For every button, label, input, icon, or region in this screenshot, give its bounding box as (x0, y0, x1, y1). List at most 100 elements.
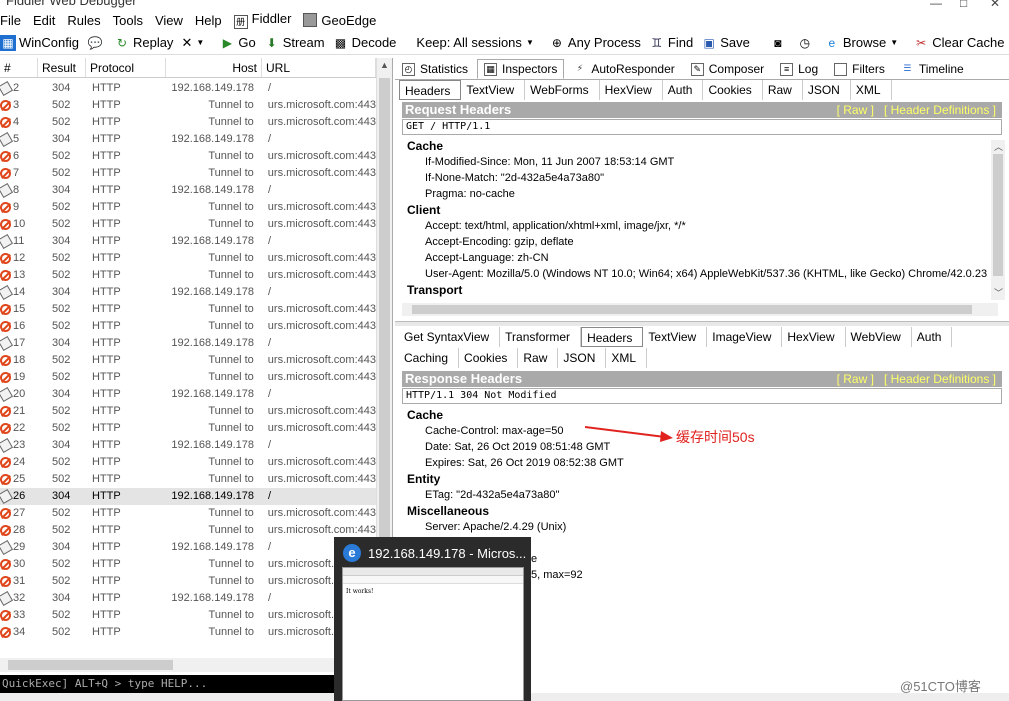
table-row[interactable]: 31 502 HTTP Tunnel to urs.microsoft. (0, 573, 376, 590)
tab-filters[interactable]: Filters (827, 59, 892, 79)
minimize-button[interactable]: — (930, 0, 942, 10)
table-row[interactable]: 30 502 HTTP Tunnel to urs.microsoft. (0, 556, 376, 573)
table-row[interactable]: 6 502 HTTP Tunnel to urs.microsoft.com:443 (0, 148, 376, 165)
maximize-button[interactable]: □ (960, 0, 967, 10)
table-row[interactable]: 20 304 HTTP 192.168.149.178 / (0, 386, 376, 403)
table-row[interactable]: 13 502 HTTP Tunnel to urs.microsoft.com:443 (0, 267, 376, 284)
table-row[interactable]: 26 304 HTTP 192.168.149.178 / (0, 488, 376, 505)
response-tab-transformer[interactable]: Transformer (500, 327, 582, 347)
header-group[interactable]: Miscellaneous (407, 503, 987, 519)
response-tab-raw[interactable]: Raw (518, 348, 559, 368)
stream-button[interactable]: ⬇ Stream (264, 35, 325, 51)
winconfig-button[interactable]: ▦ WinConfig (0, 34, 79, 51)
menu-fiddler[interactable]: 册 Fiddler (230, 11, 300, 29)
table-row[interactable]: 5 304 HTTP 192.168.149.178 / (0, 131, 376, 148)
scrollbar-thumb[interactable] (412, 305, 972, 314)
table-row[interactable]: 2 304 HTTP 192.168.149.178 / (0, 80, 376, 97)
tab-autoresponder[interactable]: ⚡ AutoResponder (566, 59, 681, 79)
menu-tools[interactable]: Tools (109, 13, 151, 28)
replay-button[interactable]: ↻ Replay (114, 35, 174, 51)
response-tab-headers[interactable]: Headers (581, 327, 644, 347)
request-tab-headers[interactable]: Headers (399, 80, 462, 100)
clear-cache-button[interactable]: ✂ Clear Cache (913, 35, 1004, 51)
tab-inspectors[interactable]: ▦ Inspectors (477, 59, 565, 79)
table-row[interactable]: 14 304 HTTP 192.168.149.178 / (0, 284, 376, 301)
header-item[interactable]: Accept: text/html, application/xhtml+xml… (407, 218, 987, 234)
table-row[interactable]: 33 502 HTTP Tunnel to urs.microsoft. (0, 607, 376, 624)
table-row[interactable]: 34 502 HTTP Tunnel to urs.microsoft. (0, 624, 376, 641)
response-tab-textview[interactable]: TextView (643, 327, 708, 347)
header-item[interactable]: Server: Apache/2.4.29 (Unix) (407, 519, 987, 535)
table-row[interactable]: 24 502 HTTP Tunnel to urs.microsoft.com:443 (0, 454, 376, 471)
table-row[interactable]: 18 502 HTTP Tunnel to urs.microsoft.com:443 (0, 352, 376, 369)
header-group[interactable]: Cache (407, 138, 987, 154)
preview-thumbnail[interactable]: It works! (342, 567, 524, 701)
browse-button[interactable]: e Browse ▼ (824, 35, 905, 51)
response-tab-json[interactable]: JSON (558, 348, 607, 368)
column-number[interactable]: # (0, 58, 38, 77)
request-tab-raw[interactable]: Raw (763, 80, 803, 100)
table-row[interactable]: 25 502 HTTP Tunnel to urs.microsoft.com:443 (0, 471, 376, 488)
table-row[interactable]: 12 502 HTTP Tunnel to urs.microsoft.com:443 (0, 250, 376, 267)
table-row[interactable]: 22 502 HTTP Tunnel to urs.microsoft.com:443 (0, 420, 376, 437)
request-tab-xml[interactable]: XML (851, 80, 892, 100)
column-host[interactable]: Host (166, 58, 262, 77)
tab-log[interactable]: ≡ Log (773, 59, 825, 79)
request-raw-link[interactable]: [ Raw ] (837, 103, 874, 117)
table-row[interactable]: 27 502 HTTP Tunnel to urs.microsoft.com:443 (0, 505, 376, 522)
menu-view[interactable]: View (151, 13, 191, 28)
header-item[interactable]: User-Agent: Mozilla/5.0 (Windows NT 10.0… (407, 266, 987, 282)
table-row[interactable]: 15 502 HTTP Tunnel to urs.microsoft.com:443 (0, 301, 376, 318)
header-item[interactable]: Expires: Sat, 26 Oct 2019 08:52:38 GMT (407, 455, 987, 471)
response-tab-caching[interactable]: Caching (399, 348, 460, 368)
response-tab-hexview[interactable]: HexView (782, 327, 846, 347)
request-tab-auth[interactable]: Auth (663, 80, 704, 100)
header-group[interactable]: Client (407, 202, 987, 218)
menu-geoedge[interactable]: GeoEdge (299, 12, 384, 28)
table-row[interactable]: 10 502 HTTP Tunnel to urs.microsoft.com:443 (0, 216, 376, 233)
header-item[interactable]: Pragma: no-cache (407, 186, 987, 202)
header-item[interactable]: If-None-Match: "2d-432a5e4a73a80" (407, 170, 987, 186)
table-row[interactable]: 21 502 HTTP Tunnel to urs.microsoft.com:443 (0, 403, 376, 420)
header-item[interactable]: If-Modified-Since: Mon, 11 Jun 2007 18:5… (407, 154, 987, 170)
request-tab-textview[interactable]: TextView (461, 80, 526, 100)
request-tab-hexview[interactable]: HexView (600, 80, 663, 100)
column-url[interactable]: URL (262, 58, 376, 77)
scroll-down-icon[interactable]: ﹀ (994, 286, 1003, 299)
timer-button[interactable]: ◷ (797, 35, 816, 51)
save-button[interactable]: ▣ Save (701, 35, 750, 51)
column-protocol[interactable]: Protocol (86, 58, 166, 77)
close-button[interactable]: ✕ (990, 0, 1000, 10)
response-tab-get-syntaxview[interactable]: Get SyntaxView (399, 327, 501, 347)
response-raw-link[interactable]: [ Raw ] (837, 372, 874, 386)
table-row[interactable]: 3 502 HTTP Tunnel to urs.microsoft.com:443 (0, 97, 376, 114)
comment-button[interactable]: 💬 (87, 35, 106, 51)
table-row[interactable]: 17 304 HTTP 192.168.149.178 / (0, 335, 376, 352)
response-header-definitions-link[interactable]: [ Header Definitions ] (884, 372, 996, 386)
scrollbar-thumb[interactable] (8, 660, 173, 670)
table-row[interactable]: 8 304 HTTP 192.168.149.178 / (0, 182, 376, 199)
request-tab-webforms[interactable]: WebForms (525, 80, 600, 100)
table-row[interactable]: 7 502 HTTP Tunnel to urs.microsoft.com:443 (0, 165, 376, 182)
table-row[interactable]: 16 502 HTTP Tunnel to urs.microsoft.com:443 (0, 318, 376, 335)
any-process-button[interactable]: ⊕ Any Process (549, 35, 641, 51)
header-group[interactable]: Cache (407, 407, 987, 423)
request-horizontal-scrollbar[interactable] (402, 303, 998, 316)
header-item[interactable]: Accept-Language: zh-CN (407, 250, 987, 266)
remove-button[interactable]: ✕ ▼ (181, 35, 211, 51)
table-row[interactable]: 28 502 HTTP Tunnel to urs.microsoft.com:443 (0, 522, 376, 539)
table-row[interactable]: 23 304 HTTP 192.168.149.178 / (0, 437, 376, 454)
go-button[interactable]: ▶ Go (219, 35, 256, 51)
quickexec-input[interactable]: QuickExec] ALT+Q > type HELP... (0, 675, 334, 693)
scroll-up-icon[interactable]: ︿ (994, 140, 1003, 153)
sessions-horizontal-scrollbar[interactable] (0, 658, 376, 672)
taskbar-preview[interactable]: e 192.168.149.178 - Micros... It works! (334, 537, 531, 701)
header-group[interactable]: Transport (407, 282, 987, 298)
header-group[interactable]: Entity (407, 471, 987, 487)
tab-composer[interactable]: ✎ Composer (684, 59, 771, 79)
response-tab-webview[interactable]: WebView (846, 327, 912, 347)
response-tab-cookies[interactable]: Cookies (459, 348, 519, 368)
request-vertical-scrollbar[interactable]: ︿ ﹀ (991, 140, 1005, 300)
table-row[interactable]: 19 502 HTTP Tunnel to urs.microsoft.com:443 (0, 369, 376, 386)
keep-sessions-dropdown[interactable]: Keep: All sessions ▼ (416, 35, 541, 51)
